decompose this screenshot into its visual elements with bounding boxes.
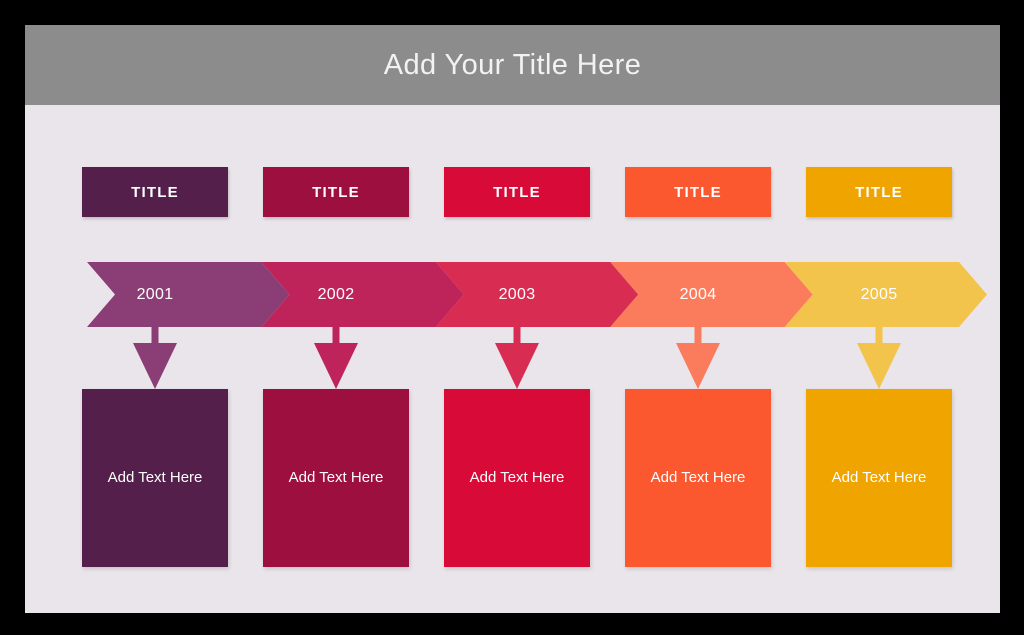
title-chip-2005[interactable]: TITLE xyxy=(806,167,952,217)
down-arrow-icon-2001 xyxy=(133,327,177,389)
content-box-2005[interactable]: Add Text Here xyxy=(806,389,952,567)
title-chip-label: TITLE xyxy=(312,183,360,201)
arrow-head xyxy=(314,343,358,389)
arrow-head xyxy=(857,343,901,389)
arrow-head xyxy=(133,343,177,389)
content-box-text: Add Text Here xyxy=(469,468,565,486)
title-chip-2001[interactable]: TITLE xyxy=(82,167,228,217)
content-box-text: Add Text Here xyxy=(831,468,927,486)
down-arrow-icon-2004 xyxy=(676,327,720,389)
content-box-text: Add Text Here xyxy=(650,468,746,486)
timeline-column: TITLE Add Text Here xyxy=(625,167,771,567)
title-chip-2002[interactable]: TITLE xyxy=(263,167,409,217)
title-chip-2003[interactable]: TITLE xyxy=(444,167,590,217)
title-chip-label: TITLE xyxy=(855,183,903,201)
title-chip-label: TITLE xyxy=(131,183,179,201)
content-box-text: Add Text Here xyxy=(107,468,203,486)
timeline-column: TITLE Add Text Here xyxy=(263,167,409,567)
slide-header: Add Your Title Here xyxy=(25,25,1000,105)
content-box-2004[interactable]: Add Text Here xyxy=(625,389,771,567)
down-arrow-icon-2002 xyxy=(314,327,358,389)
content-box-2002[interactable]: Add Text Here xyxy=(263,389,409,567)
down-arrow-icon-2003 xyxy=(495,327,539,389)
title-chip-2004[interactable]: TITLE xyxy=(625,167,771,217)
content-box-2003[interactable]: Add Text Here xyxy=(444,389,590,567)
title-chip-label: TITLE xyxy=(493,183,541,201)
slide-canvas: Add Your Title Here 2001 2002 2003 2004 2005… xyxy=(25,25,1000,613)
page-title: Add Your Title Here xyxy=(383,48,642,81)
arrow-head xyxy=(676,343,720,389)
content-box-2001[interactable]: Add Text Here xyxy=(82,389,228,567)
timeline-column: TITLE Add Text Here xyxy=(82,167,228,567)
timeline-column: TITLE Add Text Here xyxy=(806,167,952,567)
down-arrow-icon-2005 xyxy=(857,327,901,389)
title-chip-label: TITLE xyxy=(674,183,722,201)
timeline-column: TITLE Add Text Here xyxy=(444,167,590,567)
arrow-head xyxy=(495,343,539,389)
content-box-text: Add Text Here xyxy=(288,468,384,486)
timeline-columns: 2001 2002 2003 2004 2005 TITLE Add Text Here T… xyxy=(82,167,987,567)
